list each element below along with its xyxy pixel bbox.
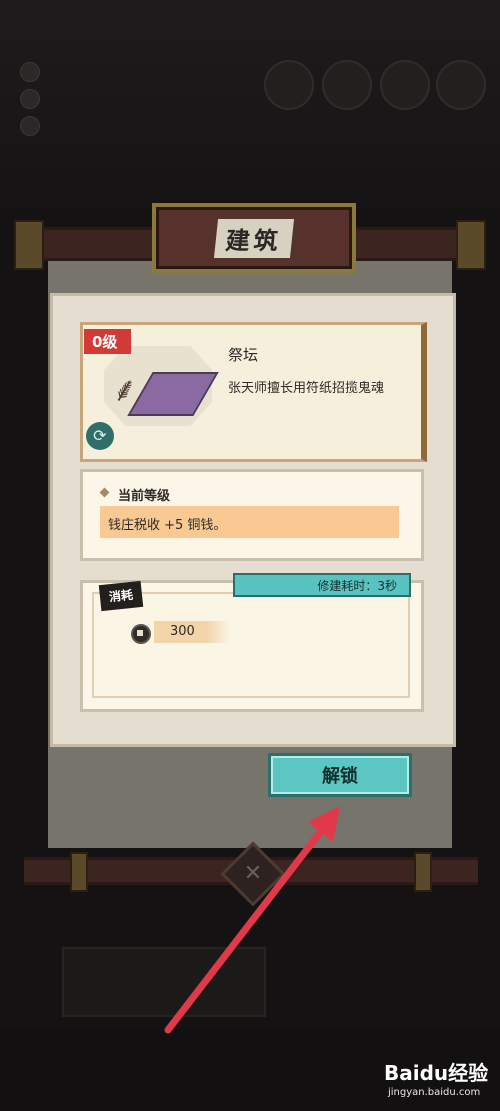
baidu-watermark-url: jingyan.baidu.com	[388, 1087, 481, 1098]
baidu-watermark: Baidu经验	[384, 1061, 489, 1085]
arrow-shaft	[164, 818, 332, 1034]
tutorial-arrow	[164, 806, 340, 1034]
